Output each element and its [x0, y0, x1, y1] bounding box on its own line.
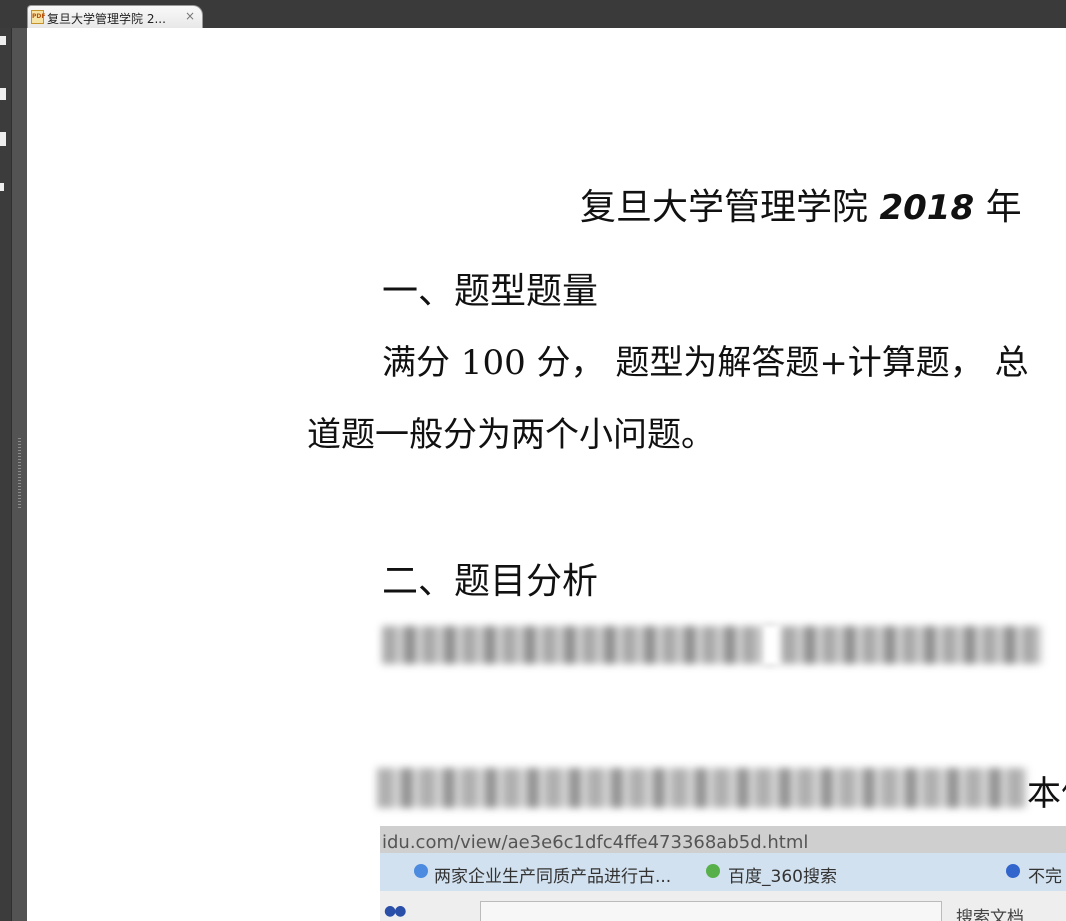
- photo-bookmark-bar: 两家企业生产同质产品进行古... 百度_360搜索 不完: [380, 853, 1066, 891]
- ie-icon: [414, 864, 428, 878]
- pdf-file-icon: PDF: [31, 10, 45, 24]
- baidu-logo-icon: ●●: [384, 903, 406, 919]
- blurred-line-tail: 本信: [1027, 774, 1066, 814]
- splitter-grip[interactable]: [18, 438, 21, 508]
- photo-search-box: [480, 901, 942, 921]
- 360-icon: [706, 864, 720, 878]
- section1-heading: 一、题型题量: [382, 271, 599, 312]
- attachment-icon[interactable]: [0, 183, 4, 191]
- page-icon[interactable]: [0, 88, 6, 100]
- blur-gap: [762, 624, 780, 666]
- baidu-paw-icon: [1006, 864, 1020, 878]
- document-page: 复旦大学管理学院 2018 年 一、题型题量 满分 100 分， 题型为解答题+…: [27, 28, 1066, 921]
- blurred-text-1: [382, 626, 1042, 664]
- close-icon[interactable]: ×: [185, 9, 195, 23]
- photo-search-area: ●● 搜索文档: [380, 891, 1066, 921]
- photo-bookmark-3: 不完: [1028, 867, 1062, 887]
- title-suffix: 年: [985, 187, 1022, 228]
- document-title: 复旦大学管理学院 2018 年: [580, 178, 1022, 230]
- section2-heading: 二、题目分析: [382, 561, 599, 602]
- section1-line1: 满分 100 分， 题型为解答题+计算题， 总: [382, 343, 1029, 383]
- embedded-photo: idu.com/view/ae3e6c1dfc4ffe473368ab5d.ht…: [380, 826, 1066, 921]
- photo-search-button: 搜索文档: [956, 908, 1024, 921]
- title-prefix: 复旦大学管理学院: [580, 187, 869, 228]
- title-year: 2018: [879, 188, 975, 228]
- panel-splitter[interactable]: [11, 28, 28, 921]
- section1-line2: 道题一般分为两个小问题。: [307, 415, 715, 455]
- blurred-text-2: [377, 768, 1027, 808]
- bookmark-icon[interactable]: [0, 132, 6, 146]
- photo-bookmark-1: 两家企业生产同质产品进行古...: [434, 867, 672, 887]
- photo-bookmark-2: 百度_360搜索: [728, 867, 837, 887]
- left-toolbar: [0, 28, 11, 921]
- tab-title: 复旦大学管理学院 2...: [47, 12, 166, 26]
- document-tab[interactable]: PDF 复旦大学管理学院 2... ×: [27, 5, 203, 28]
- arrow-icon[interactable]: [0, 36, 6, 45]
- tab-bar: PDF 复旦大学管理学院 2... ×: [0, 0, 1066, 28]
